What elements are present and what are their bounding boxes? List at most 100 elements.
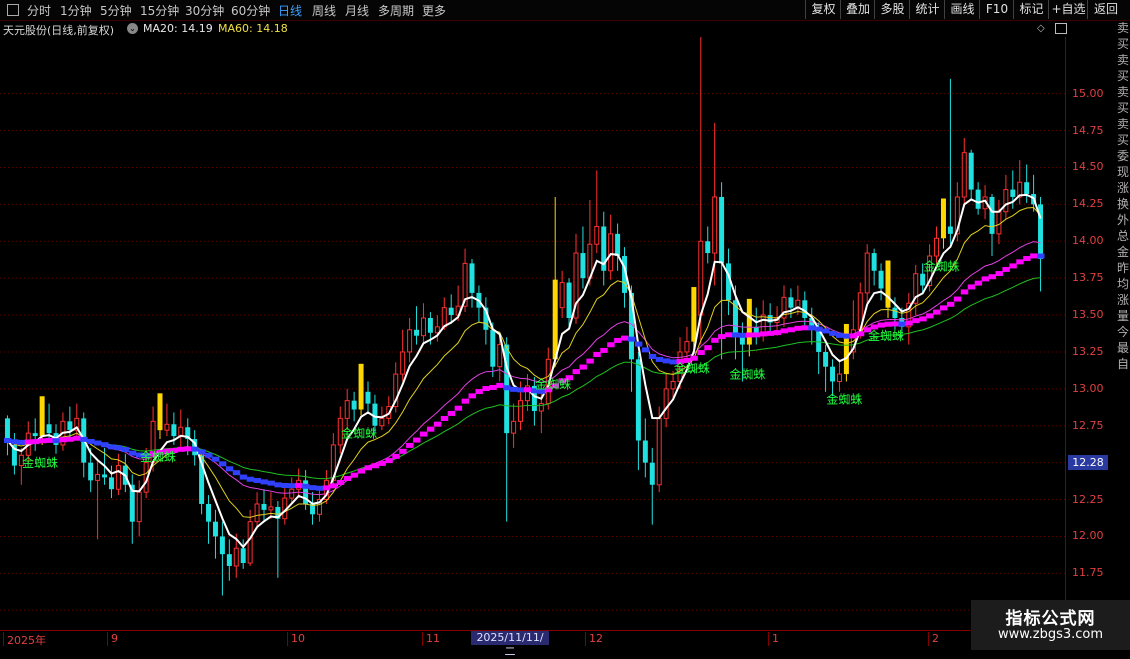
ma20-value: MA20: 14.19 — [143, 22, 213, 35]
period-tab[interactable]: 30分钟 — [185, 2, 224, 19]
step-support-block — [59, 437, 67, 443]
step-support-block — [524, 387, 532, 393]
step-support-block — [73, 435, 81, 441]
step-support-block — [336, 479, 345, 485]
period-tab[interactable]: 日线 — [278, 2, 302, 19]
toolbar-button[interactable]: 多股 — [874, 0, 910, 19]
candle-body-up — [164, 423, 170, 431]
quote-panel-labels: 卖买卖买卖买卖买委现涨换外总金昨均涨量今最自 — [1116, 21, 1129, 371]
price-tick-label: 12.25 — [1072, 492, 1104, 506]
period-tab[interactable]: 分时 — [27, 2, 51, 19]
signal-label: 金蜘蛛 — [341, 425, 377, 440]
price-tick-label: 11.75 — [1072, 566, 1104, 580]
toolbar-button[interactable]: +自选 — [1048, 0, 1088, 19]
step-support-block — [239, 474, 248, 480]
candle-body-up — [497, 344, 503, 368]
toolbar-button[interactable]: 复权 — [805, 0, 841, 19]
step-support-block — [128, 450, 137, 456]
candle-body-down — [739, 337, 745, 345]
toolbar-button[interactable]: 叠加 — [840, 0, 875, 19]
period-tab[interactable]: 更多 — [422, 2, 455, 19]
period-tab[interactable]: 5分钟 — [100, 2, 132, 19]
price-axis: 15.00 14.75 14.50 14.25 14.00 13.75 13.50 13.25… — [1066, 37, 1116, 627]
step-support-block — [496, 382, 504, 388]
step-support-block — [842, 333, 851, 339]
step-support-block — [953, 296, 962, 302]
moving-average-series — [4, 193, 1045, 549]
candle-body-down — [240, 548, 246, 564]
signal-label: 金蜘蛛 — [729, 366, 765, 381]
ma60-value: MA60: 14.18 — [218, 22, 288, 35]
step-support-block — [38, 438, 47, 444]
step-support-block — [253, 477, 262, 483]
time-tick-label: 2025年 — [3, 632, 46, 647]
price-tick-label: 14.75 — [1072, 123, 1104, 137]
candle-body-up — [289, 488, 295, 499]
toolbar-button[interactable]: 统计 — [909, 0, 945, 19]
toolbar-button[interactable]: 标记 — [1013, 0, 1049, 19]
step-support-block — [773, 330, 782, 336]
step-support-block — [690, 355, 698, 361]
period-tab[interactable]: 60分钟 — [231, 2, 270, 19]
step-support-block — [711, 337, 719, 343]
period-tab[interactable]: 1分钟 — [60, 2, 92, 19]
step-support-block — [218, 461, 227, 467]
period-tab[interactable]: 多周期 — [378, 2, 414, 19]
panel-toggle-icon[interactable] — [7, 4, 19, 16]
candle-body-up — [559, 282, 565, 309]
signal-label: 金蜘蛛 — [535, 377, 571, 392]
price-tick-label: 14.50 — [1072, 160, 1104, 174]
step-support-block — [815, 326, 823, 332]
step-support-block — [822, 328, 830, 334]
toolbar-button[interactable]: 返回 — [1087, 0, 1124, 19]
window-toggle-icon[interactable] — [1055, 23, 1067, 34]
step-support-block — [829, 330, 837, 336]
candle-body-up — [836, 373, 842, 382]
signal-label: 金蜘蛛 — [674, 360, 710, 375]
toolbar-button[interactable]: 画线 — [944, 0, 980, 19]
candle-body-up — [379, 417, 385, 427]
signal-candle — [885, 260, 891, 308]
step-support-block — [114, 445, 123, 451]
quote-panel-strip[interactable]: 卖买卖买卖买卖买委现涨换外总金昨均涨量今最自 — [1116, 20, 1130, 630]
candle-body-down — [1024, 182, 1030, 195]
current-price-badge: 12.28 — [1068, 455, 1108, 470]
stock-title: 天元股份(日线,前复权) — [3, 24, 115, 37]
step-support-block — [718, 334, 726, 340]
candle-body-up — [115, 465, 121, 490]
candle-body-down — [566, 282, 572, 319]
step-support-block — [406, 442, 414, 448]
kline-chart[interactable]: 金蜘蛛 金蜘蛛金蜘蛛金蜘蛛金蜘蛛 金蜘蛛金蜘蛛金蜘蛛金蜘蛛 — [0, 37, 1066, 630]
candle-body-down — [171, 424, 177, 437]
signal-candle — [843, 323, 849, 375]
signal-candle — [746, 298, 752, 345]
step-support-block — [808, 325, 816, 331]
step-support-block — [94, 440, 102, 446]
indicator-info-bar: 天元股份(日线,前复权) ⌄ MA20: 14.19 MA60: 14.18 ◇ — [0, 21, 1067, 37]
step-support-block — [31, 439, 40, 445]
step-support-block — [877, 322, 886, 328]
step-support-block — [302, 483, 310, 489]
step-support-block — [801, 325, 809, 331]
chevron-down-icon[interactable]: ⌄ — [127, 23, 138, 34]
step-support-block — [350, 472, 359, 478]
step-support-block — [413, 437, 421, 443]
period-tab[interactable]: 周线 — [312, 2, 336, 19]
step-support-block — [343, 476, 352, 482]
price-tick-label: 14.00 — [1072, 234, 1104, 248]
candle-body-up — [961, 152, 967, 198]
step-support-block — [849, 333, 858, 339]
signal-candle — [691, 287, 697, 342]
step-support-block — [440, 415, 449, 421]
diamond-icon[interactable]: ◇ — [1037, 23, 1045, 34]
step-support-block — [634, 341, 643, 347]
candle-body-down — [490, 329, 496, 367]
period-tab[interactable]: 月线 — [345, 2, 369, 19]
toolbar-button[interactable]: F10 — [979, 0, 1014, 19]
candle-body-down — [102, 474, 108, 478]
step-support-block — [940, 305, 948, 311]
period-tab[interactable]: 15分钟 — [140, 2, 179, 19]
step-support-block — [905, 320, 913, 326]
step-support-block — [45, 437, 54, 443]
step-support-block — [787, 327, 795, 333]
